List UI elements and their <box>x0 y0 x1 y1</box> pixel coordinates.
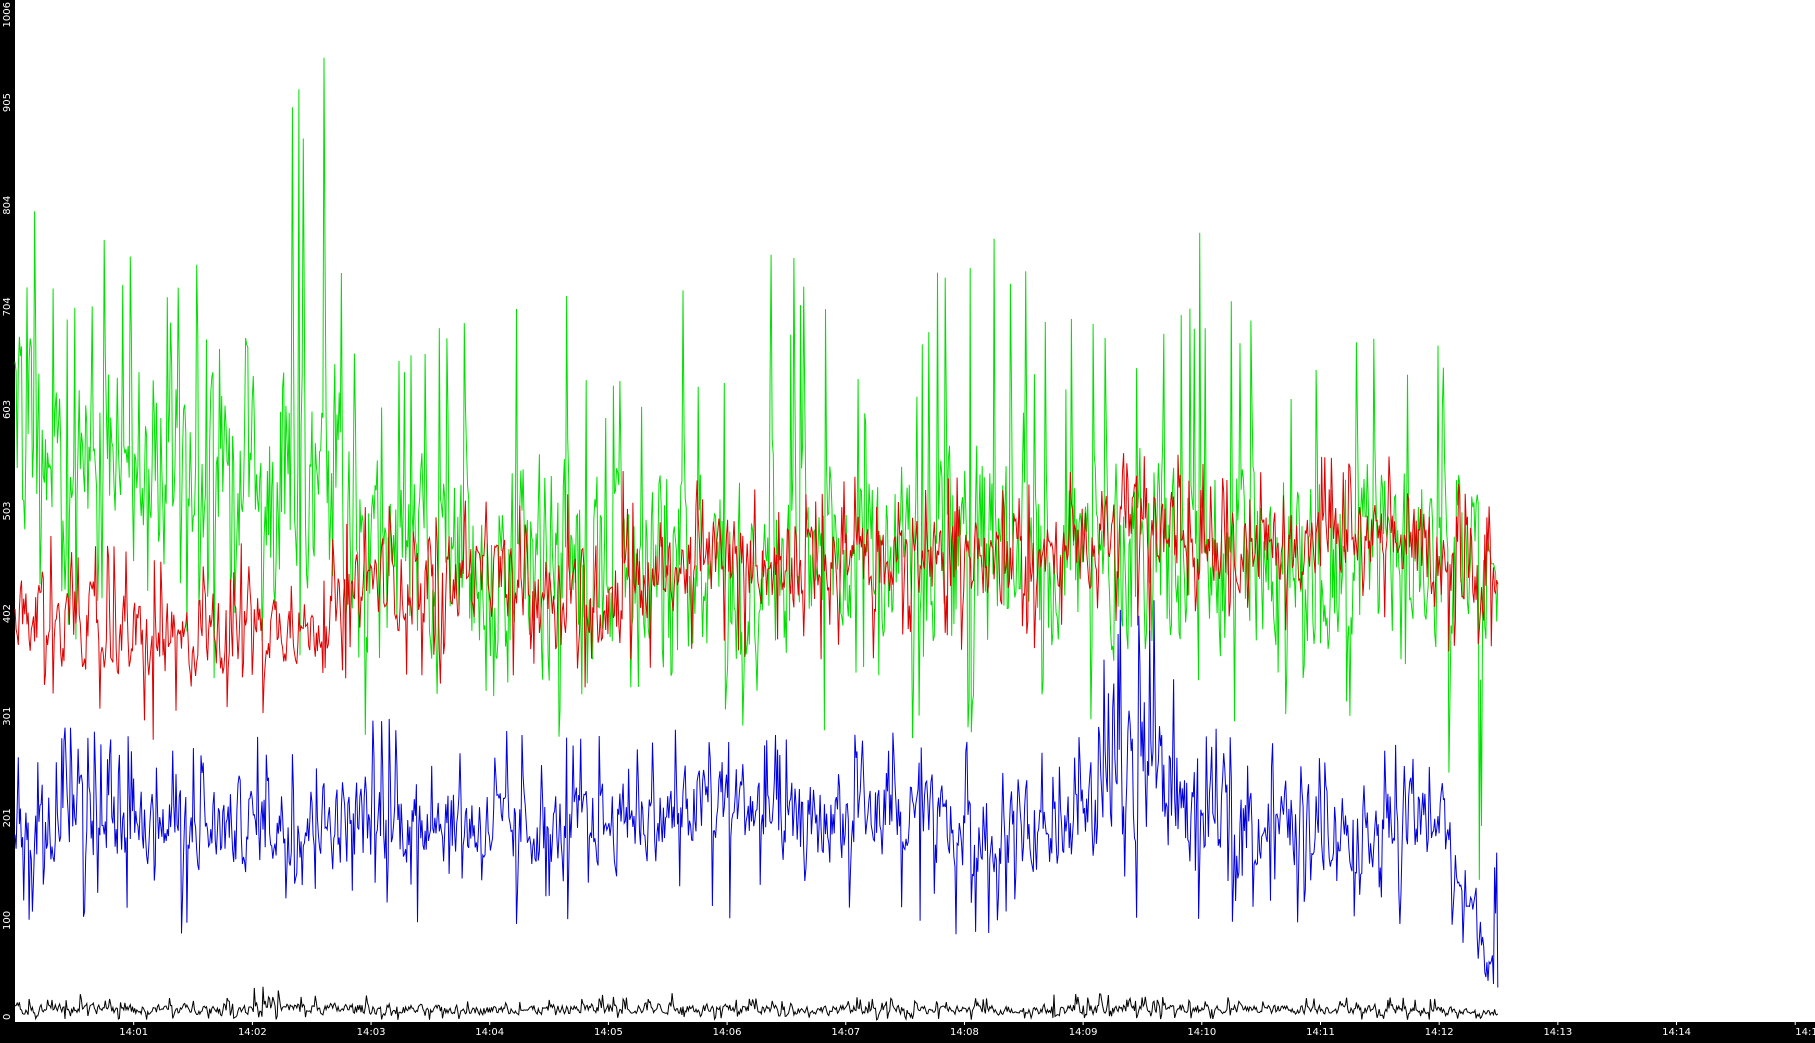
y-tick-label: 301 <box>2 707 13 726</box>
y-tick-label: 603 <box>2 400 13 419</box>
x-tick-label: 14:05 <box>594 1027 623 1038</box>
y-tick-label: 402 <box>2 604 13 623</box>
x-tick-label: 14:09 <box>1069 1027 1098 1038</box>
line-chart: 01002013014025036037048049051006 14:01 14… <box>2 0 1815 1038</box>
x-axis: 14:01 14:02 14:03 14:04 14:05 14:06 14:07 14:08… <box>119 1022 1815 1038</box>
x-tick-label: 14:11 <box>1306 1027 1335 1038</box>
x-tick-label: 14:01 <box>119 1027 148 1038</box>
x-tick-label: 14:02 <box>238 1027 267 1038</box>
x-tick-label: 14:13 <box>1543 1027 1572 1038</box>
chart-container: 0 100 201 301 402 503 603 704 804 905 1006 14:01 14… <box>0 0 1815 1039</box>
y-tick-label: 704 <box>2 297 13 316</box>
y-axis: 0 100 201 301 402 503 603 704 804 905 1006 <box>2 2 13 1020</box>
y-tick-label: 0 <box>2 1014 13 1020</box>
x-tick-label: 14:08 <box>950 1027 979 1038</box>
y-tick-label: 804 <box>2 196 13 215</box>
y-tick-label: 100 <box>2 911 13 930</box>
x-tick-label: 14:15 <box>1795 1027 1815 1038</box>
x-tick-label: 14:10 <box>1187 1027 1216 1038</box>
y-tick-label: 1006 <box>2 2 13 27</box>
y-tick-label: 503 <box>2 501 13 520</box>
x-tick-label: 14:14 <box>1662 1027 1691 1038</box>
x-tick-label: 14:12 <box>1425 1027 1454 1038</box>
x-tick-label: 14:07 <box>831 1027 860 1038</box>
x-tick-label: 14:06 <box>713 1027 742 1038</box>
x-tick-label: 14:03 <box>357 1027 386 1038</box>
y-tick-label: 201 <box>2 808 13 827</box>
y-tick-label: 905 <box>2 93 13 112</box>
x-tick-label: 14:04 <box>475 1027 504 1038</box>
